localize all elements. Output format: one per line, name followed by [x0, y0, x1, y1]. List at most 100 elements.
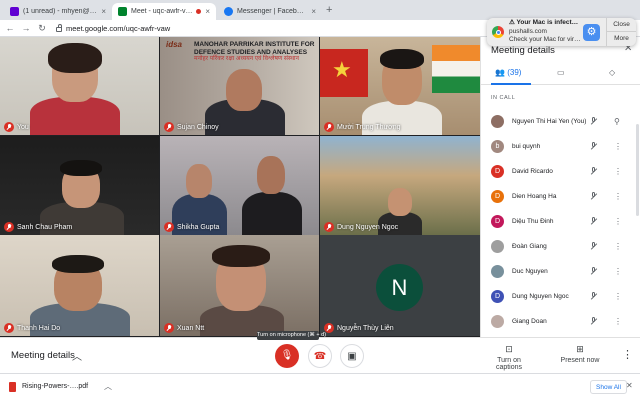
list-item[interactable]: b bui quynh ⋮: [481, 134, 640, 159]
participant-name: Đoàn Giang: [512, 243, 547, 250]
participant-tile[interactable]: idsa MANOHAR PARRIKAR INSTITUTE FOR DEFE…: [160, 37, 319, 135]
captions-label: Turn on captions: [495, 357, 523, 371]
more-options-icon[interactable]: ⋮: [622, 348, 633, 361]
participant-tile[interactable]: Xuan Ntt: [160, 235, 319, 336]
list-item[interactable]: D David Ricardo ⋮: [481, 159, 640, 184]
tab-yahoo-mail[interactable]: (1 unread) - mhyen@yahoo.com ×: [4, 3, 112, 20]
meeting-details-button[interactable]: Meeting details: [11, 350, 75, 361]
forward-icon[interactable]: →: [20, 23, 32, 33]
close-tab-icon[interactable]: ×: [311, 7, 316, 16]
list-item[interactable]: Đoàn Giang ⋮: [481, 234, 640, 259]
tab-chat[interactable]: ▭: [557, 68, 565, 77]
mic-off-icon: [590, 316, 597, 327]
avatar: D: [491, 165, 504, 178]
participant-name: Dung Nguyen Ngoc: [337, 224, 399, 231]
list-item[interactable]: D Dung Nguyen Ngoc ⋮: [481, 284, 640, 309]
leave-call-button[interactable]: ☎: [308, 344, 332, 368]
mic-toggle-button[interactable]: 🎙: [275, 344, 299, 368]
meeting-details-panel: Meeting details ✕ 👥 (39) ▭ ◇ IN CALL Ngu…: [480, 37, 640, 337]
tab-meet[interactable]: Meet - uqc-awfr-vaw ×: [112, 3, 216, 20]
participant-tile[interactable]: Shikha Gupta: [160, 136, 319, 235]
participant-tile[interactable]: Sanh Chau Pham: [0, 136, 159, 235]
tab-people[interactable]: 👥 (39): [495, 68, 521, 77]
more-options-icon[interactable]: ⋮: [614, 267, 622, 276]
pin-icon[interactable]: ⚲: [614, 117, 620, 126]
address-bar[interactable]: meet.google.com/uqc-awfr-vaw: [56, 23, 171, 33]
mic-off-icon: [590, 141, 597, 152]
more-options-icon[interactable]: ⋮: [614, 142, 622, 151]
more-options-icon[interactable]: ⋮: [614, 292, 622, 301]
more-options-icon[interactable]: ⋮: [614, 167, 622, 176]
participant-name: Dien Hoang Ha: [512, 193, 557, 200]
present-now-button[interactable]: ⊞ Present now: [558, 344, 602, 364]
mic-off-icon: [590, 191, 597, 202]
pdf-file-icon: [9, 382, 16, 392]
list-item[interactable]: Nguyen Thi Hai Yen (You) ⚲: [481, 109, 640, 134]
participant-video: [242, 192, 302, 235]
participant-video: [52, 255, 104, 273]
participant-tile[interactable]: Thanh Hai Do: [0, 235, 159, 336]
tab-activities[interactable]: ◇: [609, 68, 615, 77]
downloads-shelf: Rising-Powers-….pdf ︿ Show All ✕: [0, 373, 640, 400]
idsa-logo: idsa: [166, 40, 183, 49]
chevron-up-icon[interactable]: ︿: [72, 348, 82, 363]
meeting-controls-bar: Meeting details ︿ 🎙 ☎ ▣ ⊡ Turn on captio…: [0, 337, 640, 373]
participant-video: [30, 97, 120, 135]
system-notification[interactable]: ⚠ Your Mac is infect… pushalls.com Check…: [487, 18, 636, 46]
show-all-button[interactable]: Show All: [590, 380, 627, 394]
activities-icon: ◇: [609, 68, 616, 77]
list-item[interactable]: Duc Nguyen ⋮: [481, 259, 640, 284]
participant-video: [212, 245, 270, 267]
participant-tile[interactable]: ★ Mười Trung Thượng: [320, 37, 480, 135]
list-item[interactable]: Giang Doan ⋮: [481, 309, 640, 334]
participant-list: Nguyen Thi Hai Yen (You) ⚲ b bui quynh ⋮…: [481, 109, 640, 334]
hang-up-icon: ☎: [313, 351, 327, 362]
mic-off-icon: [590, 291, 597, 302]
notification-close-button[interactable]: Close: [607, 18, 636, 32]
chevron-up-icon[interactable]: ︿: [104, 381, 112, 392]
participant-name: Nguyễn Thùy Liên: [337, 325, 394, 332]
notification-more-button[interactable]: More: [607, 32, 636, 46]
close-tab-icon[interactable]: ×: [205, 7, 210, 16]
mic-muted-icon: [324, 122, 334, 132]
chat-icon: ▭: [557, 68, 565, 77]
scrollbar[interactable]: [636, 124, 639, 216]
mic-muted-icon: [4, 323, 14, 333]
url-text: meet.google.com/uqc-awfr-vaw: [66, 23, 171, 33]
more-options-icon[interactable]: ⋮: [614, 217, 622, 226]
panel-title: Meeting details: [491, 45, 555, 56]
google-meet-icon: [118, 7, 127, 16]
participant-name: Thanh Hai Do: [17, 325, 61, 332]
reload-icon[interactable]: ↻: [36, 23, 48, 34]
download-item[interactable]: Rising-Powers-….pdf: [22, 383, 88, 390]
participant-name: David Ricardo: [512, 168, 553, 175]
list-item[interactable]: D Diệu Thu Đinh ⋮: [481, 209, 640, 234]
mic-off-icon: [590, 216, 597, 227]
camera-toggle-button[interactable]: ▣: [340, 344, 364, 368]
back-icon[interactable]: ←: [4, 23, 16, 33]
avatar: [491, 315, 504, 328]
facebook-icon: [224, 7, 233, 16]
participant-tile[interactable]: You: [0, 37, 159, 135]
participant-tile[interactable]: Dung Nguyen Ngoc: [320, 136, 480, 235]
mic-muted-icon: [164, 323, 174, 333]
participant-name: You: [17, 124, 29, 131]
captions-button[interactable]: ⊡ Turn on captions: [484, 344, 534, 371]
participant-name: bui quynh: [512, 143, 541, 150]
mic-off-icon: [590, 166, 597, 177]
list-item[interactable]: D Dien Hoang Ha ⋮: [481, 184, 640, 209]
tab-messenger[interactable]: Messenger | Facebook ×: [218, 3, 322, 20]
camera-icon: ▣: [347, 351, 357, 362]
active-tab-indicator: [491, 83, 531, 85]
panel-tabs: 👥 (39) ▭ ◇: [481, 63, 640, 85]
new-tab-button[interactable]: +: [326, 4, 332, 16]
close-icon[interactable]: ✕: [626, 381, 633, 390]
more-options-icon[interactable]: ⋮: [614, 192, 622, 201]
participant-name: Giang Doan: [512, 318, 547, 325]
tab-label: Meet - uqc-awfr-vaw: [131, 8, 194, 15]
more-options-icon[interactable]: ⋮: [614, 317, 622, 326]
video-grid: You idsa MANOHAR PARRIKAR INSTITUTE FOR …: [0, 37, 480, 337]
close-tab-icon[interactable]: ×: [101, 7, 106, 16]
vietnam-flag: ★: [320, 49, 368, 97]
more-options-icon[interactable]: ⋮: [614, 242, 622, 251]
